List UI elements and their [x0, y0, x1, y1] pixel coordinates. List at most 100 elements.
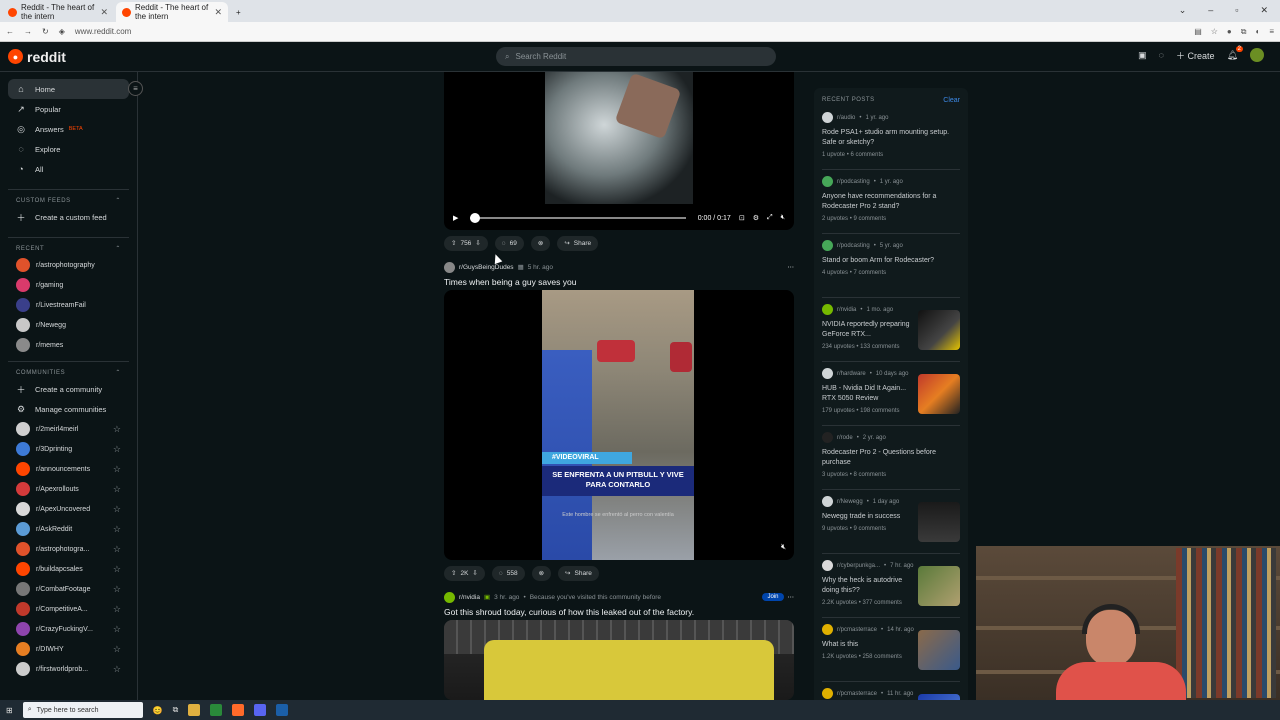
taskbar-search[interactable]: ⌕ Type here to search	[22, 702, 143, 718]
back-icon[interactable]: ←	[6, 27, 14, 36]
translate-icon[interactable]: ▤	[1194, 27, 1202, 37]
recent-post-title[interactable]: Rode PSA1+ studio arm mounting setup. Sa…	[822, 128, 960, 148]
comments-button[interactable]: ◌ 558	[491, 565, 525, 581]
new-tab-button[interactable]: +	[230, 2, 250, 22]
notification-bell-icon[interactable]: 🔔︎ 2	[1227, 45, 1243, 61]
favorite-star-icon[interactable]: ☆	[113, 624, 121, 635]
sidebar-recent-item[interactable]: r/Newegg	[8, 315, 129, 335]
sidebar-recent-item[interactable]: r/astrophotography	[8, 255, 129, 275]
recent-post-subreddit[interactable]: r/cyberpunkga...	[837, 563, 880, 569]
sidebar-community-item[interactable]: r/3Dprinting ☆	[8, 439, 129, 459]
more-options-icon[interactable]: ⋯	[788, 263, 795, 271]
award-button[interactable]: ⊗	[530, 235, 551, 251]
recent-header[interactable]: RECENT ⌃	[8, 237, 129, 255]
comments-button[interactable]: ◌ 69	[494, 235, 524, 251]
captions-icon[interactable]: ⊡	[739, 214, 745, 222]
subreddit-avatar[interactable]	[444, 591, 455, 603]
post-image[interactable]	[444, 620, 794, 700]
recent-post-thumbnail[interactable]	[918, 310, 960, 350]
recent-post-item[interactable]: r/podcasting • 5 yr. ago Stand or boom Arm …	[822, 240, 960, 298]
recent-post-subreddit[interactable]: r/Newegg	[837, 499, 863, 505]
favorite-star-icon[interactable]: ☆	[113, 604, 121, 615]
sidebar-community-item[interactable]: r/CrazyFuckingV... ☆	[8, 619, 129, 639]
settings-icon[interactable]: ⚙	[753, 214, 759, 222]
sidebar-community-item[interactable]: r/Apexrollouts ☆	[8, 479, 129, 499]
start-icon[interactable]: ⊞	[6, 706, 13, 715]
sidebar-community-item[interactable]: r/AskReddit ☆	[8, 519, 129, 539]
recent-post-item[interactable]: r/hardware • 10 days ago HUB - Nvidia Did I…	[822, 368, 960, 426]
profile-icon[interactable]: ◐	[1255, 27, 1260, 37]
create-custom-feed[interactable]: ＋ Create a custom feed	[8, 207, 129, 227]
recent-post-subreddit[interactable]: r/audio	[837, 115, 855, 121]
favorite-star-icon[interactable]: ☆	[113, 524, 121, 535]
sidebar-community-item[interactable]: r/ApexUncovered ☆	[8, 499, 129, 519]
browser-tab-active[interactable]: Reddit - The heart of the intern ✕	[116, 2, 228, 22]
task-view-icon[interactable]: ⧉	[173, 705, 179, 715]
recent-post-title[interactable]: Newegg trade in success	[822, 512, 914, 522]
sidebar-item-answers[interactable]: ◎ Answers BETA	[8, 119, 129, 139]
recent-post-item[interactable]: r/Newegg • 1 day ago Newegg trade in succes…	[822, 496, 960, 554]
mute-icon[interactable]: 🔇︎	[781, 214, 785, 222]
share-button[interactable]: ↪ Share	[557, 235, 599, 251]
favorite-star-icon[interactable]: ☆	[113, 444, 121, 455]
favorite-star-icon[interactable]: ☆	[113, 464, 121, 475]
close-tab-icon[interactable]: ✕	[100, 7, 108, 18]
recent-post-subreddit[interactable]: r/hardware	[837, 371, 866, 377]
close-tab-icon[interactable]: ✕	[214, 7, 222, 18]
award-button[interactable]: ⊗	[531, 565, 552, 581]
more-options-icon[interactable]: ⋯	[788, 593, 795, 601]
upvote-icon[interactable]: ⇧	[451, 239, 456, 247]
recent-post-thumbnail[interactable]	[918, 502, 960, 542]
collapse-sidebar-button[interactable]: ≡	[128, 81, 143, 96]
extension-icon[interactable]: ●	[1227, 27, 1232, 37]
recent-post-subreddit[interactable]: r/podcasting	[837, 179, 870, 185]
upvote-icon[interactable]: ⇧	[451, 569, 456, 577]
recent-post-title[interactable]: Rodecaster Pro 2 - Questions before purc…	[822, 448, 960, 468]
sidebar-recent-item[interactable]: r/gaming	[8, 275, 129, 295]
file-explorer-icon[interactable]	[188, 704, 201, 716]
clear-button[interactable]: Clear	[943, 97, 960, 104]
recent-post-subreddit[interactable]: r/pcmasterrace	[837, 691, 877, 697]
recent-post-item[interactable]: r/podcasting • 1 yr. ago Anyone have recomm…	[822, 176, 960, 234]
recent-post-item[interactable]: r/rode • 2 yr. ago Rodecaster Pro 2 - Quest…	[822, 432, 960, 490]
sidebar-community-item[interactable]: r/firstworldprob... ☆	[8, 659, 129, 679]
downvote-icon[interactable]: ⇩	[472, 569, 477, 577]
sidebar-community-item[interactable]: r/buildapcsales ☆	[8, 559, 129, 579]
sidebar-community-item[interactable]: r/announcements ☆	[8, 459, 129, 479]
favorite-star-icon[interactable]: ☆	[113, 424, 121, 435]
sidebar-community-item[interactable]: r/DIWHY ☆	[8, 639, 129, 659]
favorite-star-icon[interactable]: ☆	[113, 504, 121, 515]
mute-icon[interactable]: 🔇︎	[781, 542, 786, 552]
recent-post-subreddit[interactable]: r/pcmasterrace	[837, 627, 877, 633]
chevron-down-icon[interactable]: ⌄	[1179, 5, 1187, 16]
user-avatar[interactable]	[1250, 48, 1264, 62]
subreddit-link[interactable]: r/nvidia	[459, 594, 480, 601]
recent-post-thumbnail[interactable]	[918, 566, 960, 606]
recent-post-thumbnail[interactable]	[918, 630, 960, 670]
steam-icon[interactable]	[276, 704, 289, 716]
join-button[interactable]: Join	[762, 593, 784, 601]
recent-post-item[interactable]: r/cyberpunkga... • 7 hr. ago Why the heck i…	[822, 560, 960, 618]
recent-post-title[interactable]: Anyone have recommendations for a Rodeca…	[822, 192, 960, 212]
post-title[interactable]: Got this shroud today, curious of how th…	[444, 607, 794, 617]
share-button[interactable]: ↪ Share	[558, 565, 599, 581]
video-player[interactable]: ▶ 0:00 / 0:17 ⊡ ⚙ ⤢ 🔇︎	[444, 72, 794, 230]
seek-handle[interactable]	[470, 213, 481, 223]
advertise-icon[interactable]: ▣	[1138, 50, 1147, 61]
minimize-icon[interactable]: –	[1208, 5, 1213, 16]
vote-button[interactable]: ⇧ 756 ⇩	[444, 235, 488, 251]
bookmark-star-icon[interactable]: ☆	[1211, 27, 1218, 37]
manage-communities[interactable]: ⚙ Manage communities	[8, 399, 129, 419]
recent-post-subreddit[interactable]: r/podcasting	[837, 243, 870, 249]
forward-icon[interactable]: →	[24, 27, 32, 36]
create-community[interactable]: ＋ Create a community	[8, 379, 129, 399]
favorite-star-icon[interactable]: ☆	[113, 664, 121, 675]
communities-header[interactable]: COMMUNITIES ⌃	[8, 361, 129, 379]
recent-post-thumbnail[interactable]	[918, 374, 960, 414]
favorite-star-icon[interactable]: ☆	[113, 584, 121, 595]
favorite-star-icon[interactable]: ☆	[113, 644, 121, 655]
vote-button[interactable]: ⇧ 2K ⇩	[444, 565, 485, 581]
post-title[interactable]: Times when being a guy saves you	[444, 277, 794, 287]
recent-post-title[interactable]: Stand or boom Arm for Rodecaster?	[822, 256, 960, 266]
favorite-star-icon[interactable]: ☆	[113, 564, 121, 575]
